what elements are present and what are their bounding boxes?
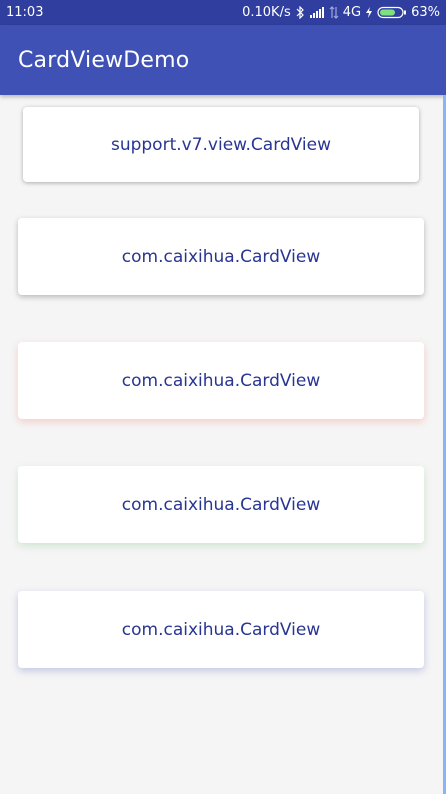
status-bar: 11:03 0.10K/s 4G 63% — [0, 0, 446, 25]
bluetooth-icon — [295, 6, 305, 19]
battery-level: 63% — [411, 5, 440, 20]
battery-icon — [377, 6, 407, 19]
card-label: com.caixihua.CardView — [121, 619, 321, 640]
custom-cardview-blue[interactable]: com.caixihua.CardView — [18, 591, 424, 668]
card-label: support.v7.view.CardView — [110, 134, 332, 155]
network-speed: 0.10K/s — [242, 5, 291, 20]
status-time: 11:03 — [6, 5, 44, 20]
signal-icon — [309, 6, 325, 19]
network-type: 4G — [342, 5, 362, 20]
custom-cardview-red[interactable]: com.caixihua.CardView — [18, 342, 424, 419]
custom-cardview-green[interactable]: com.caixihua.CardView — [18, 466, 424, 543]
custom-cardview-gray[interactable]: com.caixihua.CardView — [18, 218, 424, 295]
card-label: com.caixihua.CardView — [121, 370, 321, 391]
card-label: com.caixihua.CardView — [121, 246, 321, 267]
charging-icon — [365, 6, 373, 19]
card-label: com.caixihua.CardView — [121, 494, 321, 515]
app-bar: CardViewDemo — [0, 25, 446, 95]
app-title: CardViewDemo — [18, 47, 190, 73]
support-cardview[interactable]: support.v7.view.CardView — [23, 107, 419, 182]
data-transfer-icon — [329, 6, 339, 19]
